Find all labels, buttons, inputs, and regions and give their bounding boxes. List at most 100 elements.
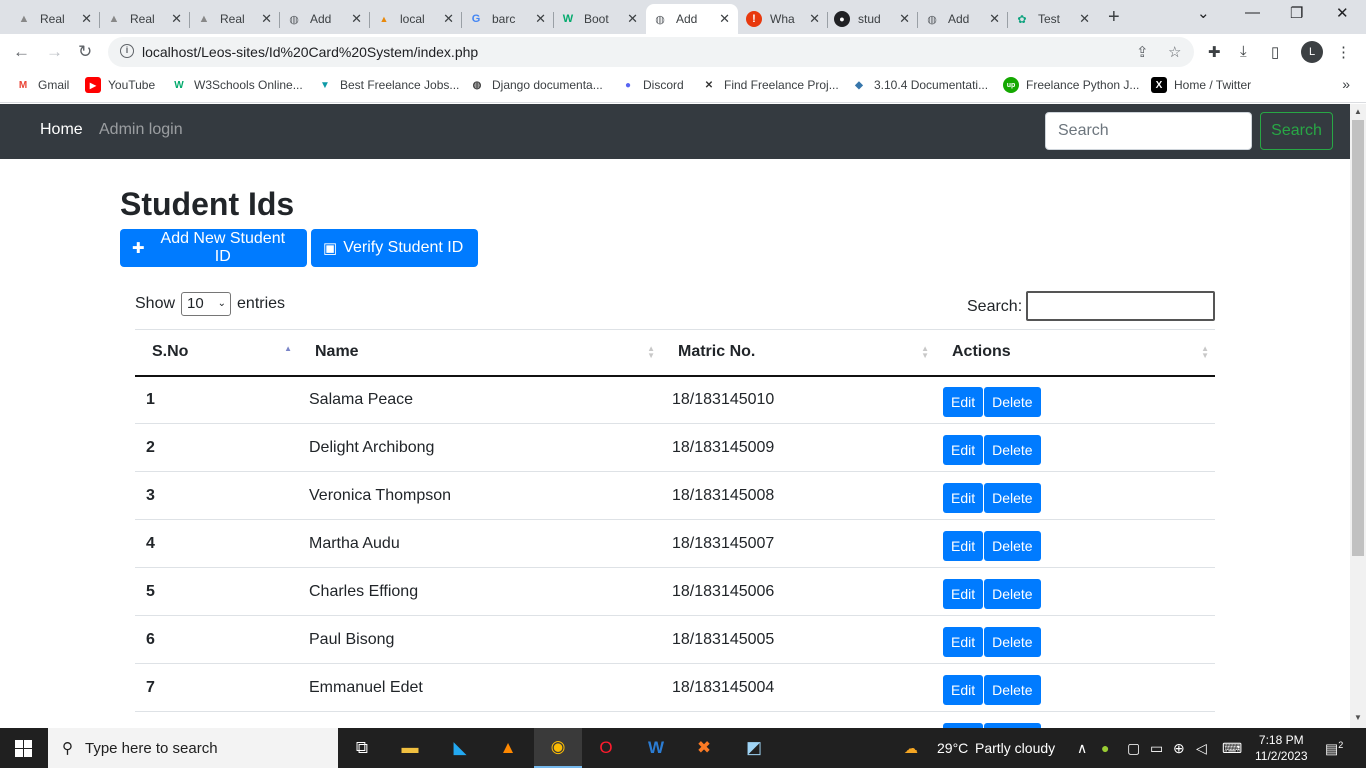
edit-button[interactable]: Edit <box>943 483 984 513</box>
delete-button[interactable]: Delete <box>984 579 1041 609</box>
bookmark-freelance-jobs[interactable]: ▼ Best Freelance Jobs... <box>317 77 459 93</box>
share-icon[interactable]: ⇪ <box>1136 43 1149 61</box>
page-scrollbar[interactable]: ▲ ▼ <box>1350 104 1366 728</box>
profile-avatar[interactable]: L <box>1301 41 1323 63</box>
scrollbar-thumb[interactable] <box>1352 120 1364 556</box>
network-icon[interactable]: ⊕ <box>1173 740 1185 757</box>
notes-icon[interactable]: ◩ <box>730 728 778 768</box>
address-bar[interactable]: i localhost/Leos-sites/Id%20Card%20Syste… <box>108 37 1194 67</box>
weather-temp[interactable]: 29°C <box>937 740 968 756</box>
windows-start-icon[interactable] <box>15 740 32 757</box>
browser-tab[interactable]: ! Wha ✕ <box>740 4 828 34</box>
nav-admin-login-link[interactable]: Admin login <box>99 121 183 139</box>
site-info-icon[interactable]: i <box>120 44 134 58</box>
keyboard-icon[interactable]: ⌨ <box>1222 740 1242 757</box>
bookmark-django[interactable]: ◍ Django documenta... <box>469 77 603 93</box>
battery-icon[interactable]: ▭ <box>1150 740 1163 757</box>
opera-icon[interactable]: O <box>582 728 630 768</box>
reload-icon[interactable]: ↻ <box>78 42 92 62</box>
vlc-icon[interactable]: ▲ <box>484 728 532 768</box>
column-header-actions[interactable]: Actions ▲ ▼ <box>935 329 1215 377</box>
scroll-up-icon[interactable]: ▲ <box>1354 107 1362 116</box>
xampp-icon[interactable]: ✖ <box>680 728 728 768</box>
bookmark-twitter[interactable]: X Home / Twitter <box>1151 77 1251 93</box>
restore-icon[interactable]: ❐ <box>1290 4 1303 22</box>
menu-dots-icon[interactable]: ⋮ <box>1336 43 1351 61</box>
close-tab-icon[interactable]: ✕ <box>443 11 454 27</box>
browser-tab[interactable]: ▲ local ✕ <box>370 4 462 34</box>
bookmark-discord[interactable]: ● Discord <box>620 77 684 93</box>
side-panel-icon[interactable]: ▯ <box>1271 43 1279 61</box>
edit-button[interactable]: Edit <box>943 579 984 609</box>
bookmark-python-docs[interactable]: ◆ 3.10.4 Documentati... <box>851 77 988 93</box>
tray-expand-icon[interactable]: ∧ <box>1077 740 1087 757</box>
delete-button[interactable]: Delete <box>984 627 1041 657</box>
taskbar-search-box[interactable]: ⚲ Type here to search <box>48 728 338 768</box>
entries-select[interactable]: 10 ⌄ <box>181 292 232 316</box>
delete-button[interactable]: Delete <box>984 435 1041 465</box>
bookmark-star-icon[interactable]: ☆ <box>1168 43 1181 61</box>
chrome-icon[interactable]: ◉ <box>534 728 582 768</box>
tray-app-icon[interactable]: ● <box>1101 740 1109 756</box>
nav-home-link[interactable]: Home <box>40 121 83 139</box>
column-header-matric[interactable]: Matric No. ▲ ▼ <box>661 329 935 377</box>
task-view-icon[interactable]: ⧉ <box>338 728 386 768</box>
edit-button[interactable]: Edit <box>943 387 984 418</box>
close-tab-icon[interactable]: ✕ <box>81 11 92 27</box>
close-window-icon[interactable]: ✕ <box>1336 4 1349 22</box>
navbar-search-button[interactable]: Search <box>1260 112 1333 150</box>
tab-search-chevron-icon[interactable]: ⌄ <box>1197 4 1210 22</box>
bookmark-upwork[interactable]: up Freelance Python J... <box>1003 77 1139 93</box>
add-student-button[interactable]: ✚ Add New Student ID <box>120 229 307 267</box>
more-bookmarks-icon[interactable]: » <box>1342 76 1350 92</box>
scroll-down-icon[interactable]: ▼ <box>1354 713 1362 722</box>
new-tab-icon[interactable]: + <box>1108 6 1120 29</box>
close-tab-icon[interactable]: ✕ <box>1079 11 1090 27</box>
browser-tab[interactable]: W Boot ✕ <box>554 4 646 34</box>
browser-tab[interactable]: ● stud ✕ <box>828 4 918 34</box>
edit-button[interactable]: Edit <box>943 435 984 465</box>
close-tab-icon[interactable]: ✕ <box>261 11 272 27</box>
notifications-icon[interactable]: ▤2 <box>1325 740 1343 758</box>
volume-icon[interactable]: ◁ <box>1196 740 1207 757</box>
back-icon[interactable]: ← <box>13 42 30 62</box>
download-icon[interactable]: ⤓ <box>1240 43 1247 60</box>
minimize-icon[interactable]: — <box>1245 4 1260 21</box>
browser-tab[interactable]: ◍ Add ✕ <box>918 4 1008 34</box>
navbar-search-input[interactable]: Search <box>1045 112 1252 150</box>
delete-button[interactable]: Delete <box>984 483 1041 513</box>
close-tab-icon[interactable]: ✕ <box>171 11 182 27</box>
vscode-icon[interactable]: ◣ <box>436 728 484 768</box>
edit-button[interactable]: Edit <box>943 627 984 657</box>
delete-button[interactable]: Delete <box>984 675 1041 705</box>
forward-icon[interactable]: → <box>46 42 63 62</box>
delete-button[interactable]: Delete <box>984 531 1041 561</box>
weather-desc[interactable]: Partly cloudy <box>975 740 1055 756</box>
browser-tab[interactable]: G barc ✕ <box>462 4 554 34</box>
word-icon[interactable]: W <box>632 728 680 768</box>
weather-icon[interactable]: ☁ <box>904 740 918 757</box>
extensions-icon[interactable]: ✚ <box>1208 43 1221 61</box>
edit-button[interactable]: Edit <box>943 531 984 561</box>
browser-tab[interactable]: ◍ Add ✕ <box>280 4 370 34</box>
bookmark-youtube[interactable]: ▶ YouTube <box>85 77 155 93</box>
browser-tab[interactable]: ▲ Real ✕ <box>190 4 280 34</box>
bookmark-w3schools[interactable]: W W3Schools Online... <box>171 77 302 93</box>
delete-button[interactable]: Delete <box>984 387 1041 418</box>
close-tab-icon[interactable]: ✕ <box>809 11 820 27</box>
taskbar-clock[interactable]: 7:18 PM 11/2/2023 <box>1255 732 1308 764</box>
browser-tab[interactable]: ▲ Real ✕ <box>10 4 100 34</box>
bookmark-find-freelance[interactable]: ✕ Find Freelance Proj... <box>701 77 839 93</box>
table-search-input[interactable] <box>1026 291 1215 321</box>
column-header-name[interactable]: Name ▲ ▼ <box>298 329 661 377</box>
browser-tab-active[interactable]: ◍ Add ✕ <box>646 4 738 34</box>
verify-student-button[interactable]: ▣ Verify Student ID <box>311 229 478 267</box>
close-tab-icon[interactable]: ✕ <box>627 11 638 27</box>
column-header-sno[interactable]: S.No ▲ <box>135 329 298 377</box>
close-tab-icon[interactable]: ✕ <box>351 11 362 27</box>
bookmark-gmail[interactable]: M Gmail <box>15 77 70 93</box>
close-tab-icon[interactable]: ✕ <box>989 11 1000 27</box>
close-tab-icon[interactable]: ✕ <box>899 11 910 27</box>
edit-button[interactable]: Edit <box>943 675 984 705</box>
file-explorer-icon[interactable]: ▬ <box>386 728 434 768</box>
